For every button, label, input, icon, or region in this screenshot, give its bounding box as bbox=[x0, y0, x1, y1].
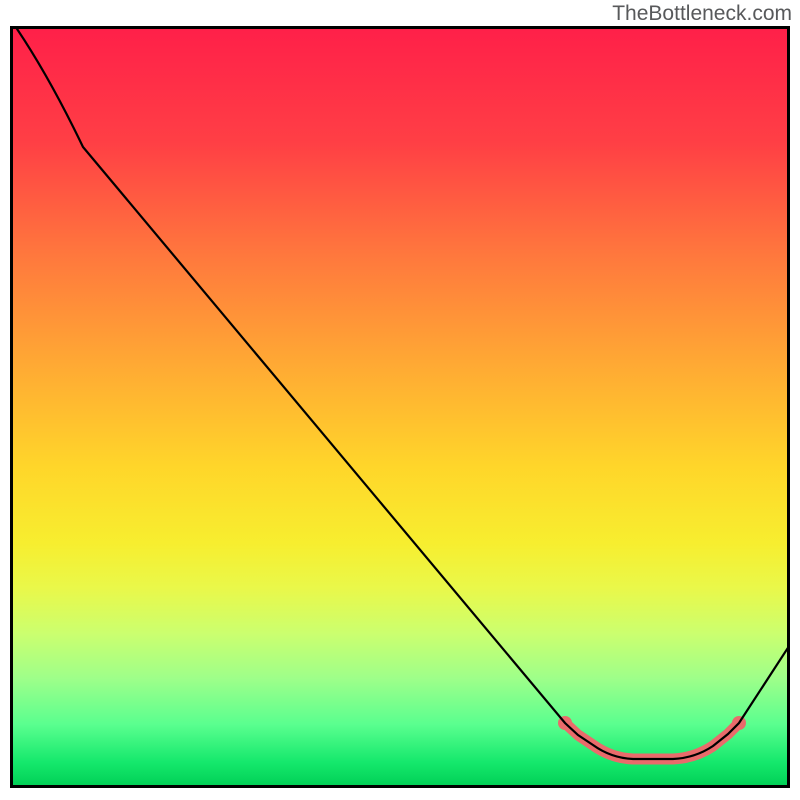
highlight-segment bbox=[558, 716, 746, 759]
chart-container: TheBottleneck.com bbox=[0, 0, 800, 800]
plot-area bbox=[10, 26, 790, 788]
curve-layer bbox=[13, 29, 787, 785]
watermark-text: TheBottleneck.com bbox=[612, 2, 792, 26]
bottleneck-curve bbox=[13, 29, 787, 759]
